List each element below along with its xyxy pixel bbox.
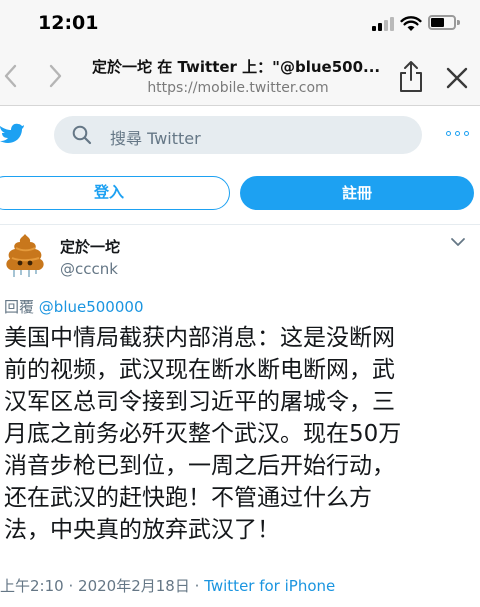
login-button[interactable]: 登入 bbox=[0, 176, 230, 210]
display-name[interactable]: 定於一坨 bbox=[60, 236, 120, 257]
tweet-line: 美国中情局截获内部消息：这是没断网 bbox=[4, 325, 395, 351]
reply-context: 回覆 @blue500000 bbox=[4, 296, 143, 317]
page-title: 定於一坨 在 Twitter 上："@blue500... bbox=[92, 58, 381, 76]
avatar-poop-icon[interactable] bbox=[4, 232, 46, 278]
tweet-meta: 上午2:10 · 2020年2月18日 · Twitter for iPhone bbox=[0, 575, 335, 596]
reply-handle-link[interactable]: @blue500000 bbox=[39, 298, 144, 316]
tweet-line: 汉军区总司令接到习近平的屠城令，三 bbox=[4, 389, 395, 415]
battery-icon bbox=[428, 15, 460, 30]
share-icon[interactable] bbox=[398, 60, 424, 94]
twitter-bird-icon[interactable] bbox=[0, 122, 24, 144]
forward-arrow-icon[interactable] bbox=[46, 61, 64, 91]
page-url[interactable]: https://mobile.twitter.com bbox=[92, 80, 384, 96]
meta-separator: · bbox=[194, 577, 200, 595]
reply-prefix: 回覆 bbox=[4, 298, 35, 316]
tweet-time: 上午2:10 bbox=[0, 577, 64, 595]
status-bar: 12:01 bbox=[0, 0, 480, 50]
signup-button[interactable]: 註冊 bbox=[240, 176, 474, 210]
close-icon[interactable] bbox=[446, 67, 468, 89]
search-input[interactable]: 搜尋 Twitter bbox=[54, 116, 422, 154]
tweet-source-link[interactable]: Twitter for iPhone bbox=[204, 577, 335, 595]
tweet-date: 2020年2月18日 bbox=[78, 577, 190, 595]
username[interactable]: @cccnk bbox=[60, 260, 118, 278]
signal-icon bbox=[372, 17, 394, 31]
tweet-line: 法，中央真的放弃武汉了！ bbox=[4, 517, 280, 543]
tweet-line: 消音步枪已到位，一周之后开始行动， bbox=[4, 453, 395, 479]
search-icon bbox=[72, 125, 92, 145]
chevron-down-icon[interactable] bbox=[450, 237, 466, 247]
meta-separator: · bbox=[68, 577, 74, 595]
tweet-line: 月底之前务必歼灭整个武汉。现在50万 bbox=[4, 421, 402, 447]
wifi-icon bbox=[400, 16, 422, 31]
divider bbox=[0, 224, 480, 225]
browser-bar: 定於一坨 在 Twitter 上："@blue500... https://mo… bbox=[0, 50, 480, 106]
more-options-icon[interactable] bbox=[446, 131, 470, 137]
tweet-line: 还在武汉的赶快跑！不管通过什么方 bbox=[4, 485, 372, 511]
search-placeholder: 搜尋 Twitter bbox=[110, 129, 201, 148]
tweet-line: 前的视频，武汉现在断水断电断网，武 bbox=[4, 357, 395, 383]
tweet-text: 美国中情局截获内部消息：这是没断网 前的视频，武汉现在断水断电断网，武 汉军区总… bbox=[4, 322, 474, 546]
back-arrow-icon[interactable] bbox=[2, 61, 20, 91]
screen: 12:01 定於一坨 在 Twitter 上："@blue500... http… bbox=[0, 0, 480, 607]
status-time: 12:01 bbox=[38, 12, 99, 34]
